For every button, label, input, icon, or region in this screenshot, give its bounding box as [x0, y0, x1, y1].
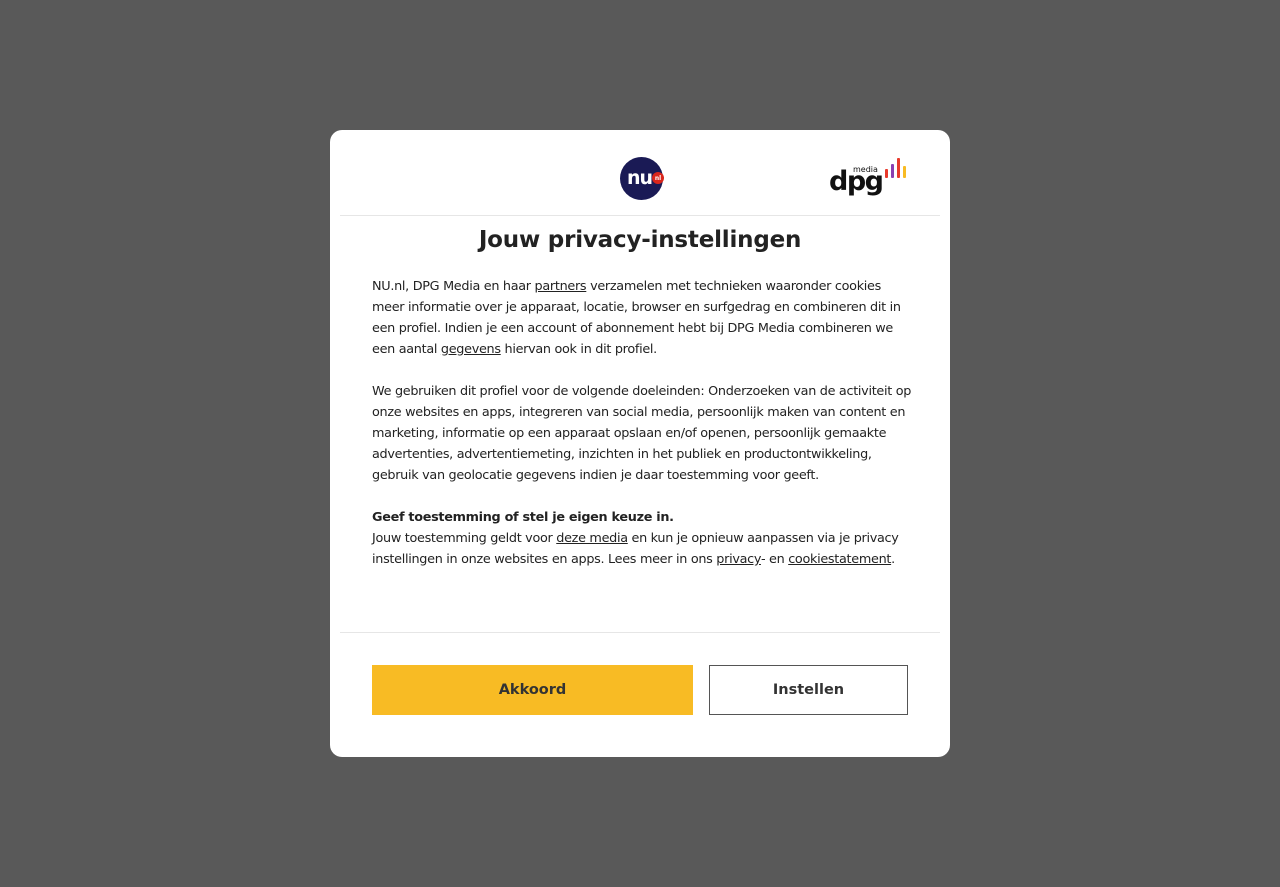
dpg-logo-text: dpg — [829, 166, 884, 197]
accept-button[interactable]: Akkoord — [372, 665, 693, 715]
deze-media-link[interactable]: deze media — [556, 531, 628, 546]
gegevens-link[interactable]: gegevens — [441, 342, 501, 357]
dpg-media-logo: media dpg — [829, 156, 913, 201]
consent-heading: Geef toestemming of stel je eigen keuze … — [372, 510, 674, 525]
settings-button[interactable]: Instellen — [709, 665, 908, 715]
cookie-statement-link[interactable]: cookiestatement — [788, 552, 891, 567]
modal-header: nu nl media dpg — [340, 130, 940, 216]
purposes-paragraph: We gebruiken dit profiel voor de volgend… — [372, 384, 912, 483]
dpg-bars-icon — [885, 156, 911, 178]
privacy-consent-modal: nu nl media dpg Jouw privacy-instellinge… — [330, 130, 950, 757]
consent-paragraph: Geef toestemming of stel je eigen keuze … — [372, 507, 912, 570]
intro-text-3: hiervan ook in dit profiel. — [500, 342, 658, 357]
nu-nl-logo: nu nl — [620, 157, 664, 200]
intro-text-1: NU.nl, DPG Media en haar — [372, 279, 535, 294]
consent-text-1: Jouw toestemming geldt voor — [372, 531, 557, 546]
footer-divider — [340, 632, 940, 633]
consent-text-4: . — [891, 552, 895, 567]
partners-link[interactable]: partners — [535, 279, 587, 294]
privacy-statement-link[interactable]: privacy — [716, 552, 761, 567]
consent-text-3: - en — [760, 552, 789, 567]
modal-body: NU.nl, DPG Media en haar partners verzam… — [372, 276, 912, 570]
nu-logo-badge: nl — [652, 172, 664, 184]
nu-logo-text: nu — [626, 166, 653, 189]
intro-paragraph: NU.nl, DPG Media en haar partners verzam… — [372, 276, 912, 360]
modal-title: Jouw privacy-instellingen — [478, 227, 802, 253]
